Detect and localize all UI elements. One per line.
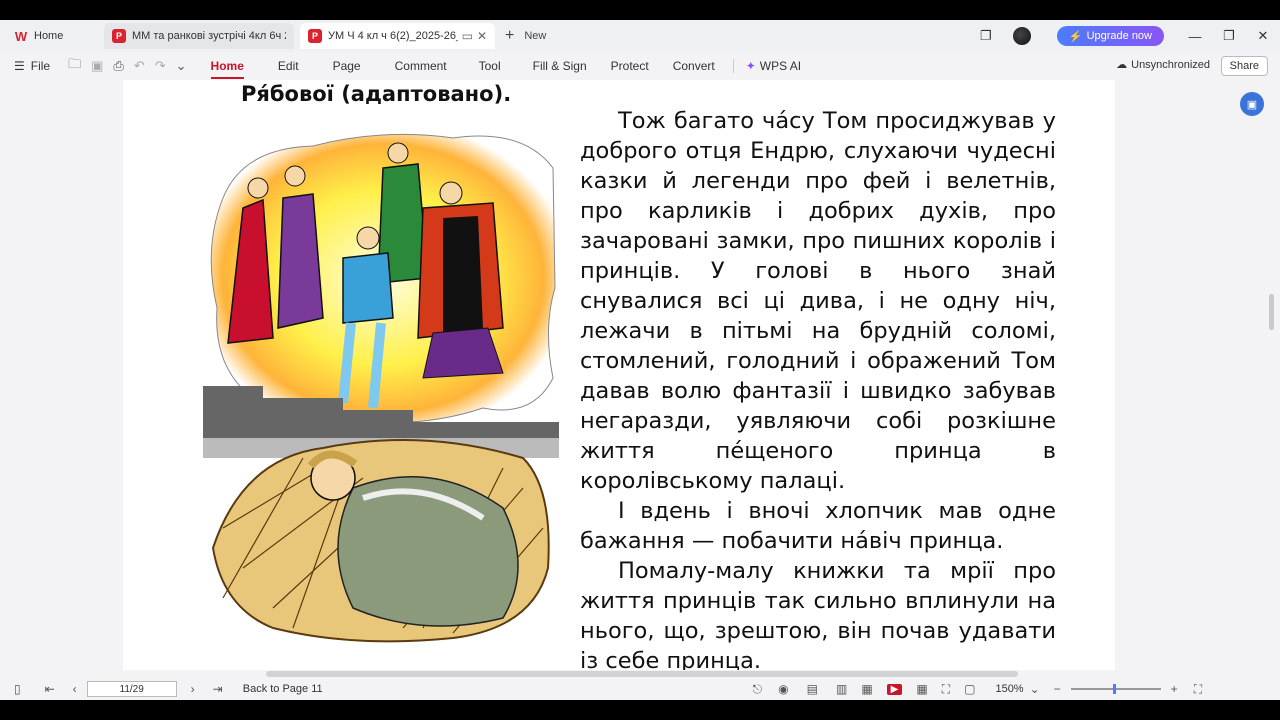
menu-bar: ☰ File 🗀 ▣ ⎙ ↶ ↷ ⌄ Home Edit Page Commen… — [0, 52, 1280, 80]
document-viewport[interactable]: Ря́бової (адаптовано). Тож багато ча́су … — [0, 80, 1280, 670]
sparkle-icon: ✦ — [745, 59, 756, 73]
menu-home[interactable]: Home — [210, 59, 245, 79]
minimize-icon[interactable]: — — [1178, 29, 1212, 44]
lightning-icon: ⚡ — [1068, 30, 1083, 43]
tab-bar: W Home P ММ та ранкові зустрічі 4кл 6ч 2… — [0, 20, 1280, 52]
crop-icon[interactable]: ▢ — [964, 682, 975, 696]
upgrade-button[interactable]: ⚡ Upgrade now — [1056, 26, 1164, 46]
close-window-icon[interactable]: ✕ — [1246, 28, 1280, 44]
pdf-icon: P — [308, 29, 322, 43]
single-page-icon[interactable]: ▥ — [836, 682, 847, 696]
next-page-icon[interactable]: › — [191, 682, 195, 696]
last-page-icon[interactable]: ⇥ — [213, 682, 223, 696]
upgrade-label: Upgrade now — [1086, 30, 1152, 42]
floating-tool-icon[interactable]: ▣ — [1240, 92, 1264, 116]
avatar[interactable] — [1012, 27, 1031, 45]
tab-document-1[interactable]: P ММ та ранкові зустрічі 4кл 6ч 2025 — [104, 23, 294, 49]
scrollbar-thumb[interactable] — [266, 671, 1018, 677]
print-icon[interactable]: ⎙ — [113, 58, 123, 74]
divider — [732, 59, 734, 73]
menu-file[interactable]: File — [31, 59, 50, 73]
vertical-scrollbar[interactable] — [1269, 294, 1274, 330]
two-page-icon[interactable]: ▦ — [861, 682, 872, 696]
source-caption: Ря́бової (адаптовано). — [241, 82, 512, 106]
grid-view-icon[interactable]: ▦ — [916, 682, 927, 696]
menu-page[interactable]: Page — [333, 59, 361, 73]
save-icon[interactable]: ▣ — [91, 58, 103, 74]
paragraph: Помалу-малу книжки та мрії про життя при… — [580, 558, 1056, 670]
share-button[interactable]: Share — [1220, 56, 1268, 76]
status-bar: ▯ ⇤ ‹ 11/29 › ⇥ Back to Page 11 ⎋ ◉ ▤ ▥ … — [0, 678, 1280, 700]
new-tab-label: New — [524, 30, 547, 42]
eye-icon[interactable]: ◉ — [778, 682, 788, 696]
fit-width-icon[interactable]: ▤ — [807, 682, 818, 696]
pdf-page: Ря́бової (адаптовано). Тож багато ча́су … — [123, 80, 1115, 670]
redo-icon[interactable]: ↷ — [155, 58, 166, 74]
tab-label: УМ Ч 4 кл ч 6(2)_2025-26_тиж — [328, 30, 458, 42]
story-text: Тож багато ча́су Том просиджував у добро… — [580, 106, 1056, 670]
cloud-icon: ☁ — [1116, 59, 1128, 71]
hamburger-icon[interactable]: ☰ — [14, 59, 25, 73]
menu-fill-sign[interactable]: Fill & Sign — [533, 59, 587, 73]
export-icon[interactable]: ⎋ — [753, 682, 763, 697]
undo-icon[interactable]: ↶ — [134, 58, 145, 74]
chevron-down-icon[interactable]: ⌄ — [1030, 682, 1040, 696]
paragraph: Тож багато ча́су Том просиджував у добро… — [580, 108, 1056, 494]
menu-tool[interactable]: Tool — [479, 59, 501, 73]
sidebar-toggle-icon[interactable]: ▯ — [14, 682, 21, 696]
wps-logo-icon: W — [14, 28, 28, 44]
zoom-out-icon[interactable]: − — [1054, 682, 1061, 696]
menu-edit[interactable]: Edit — [278, 59, 299, 73]
prev-page-icon[interactable]: ‹ — [73, 682, 77, 696]
tab-label: Home — [34, 30, 64, 42]
fit-page-icon[interactable]: ⛶ — [942, 682, 950, 697]
play-icon[interactable]: ▶ — [886, 683, 903, 695]
monitor-icon[interactable]: ▭ — [462, 29, 473, 43]
tab-document-2[interactable]: P УМ Ч 4 кл ч 6(2)_2025-26_тиж ▭ ✕ — [300, 23, 495, 49]
pdf-reader-window: W Home P ММ та ранкові зустрічі 4кл 6ч 2… — [0, 20, 1280, 700]
horizontal-scrollbar[interactable] — [0, 670, 1280, 678]
paragraph: І вдень і вночі хлопчик мав одне бажання… — [580, 498, 1056, 554]
tab-label: ММ та ранкові зустрічі 4кл 6ч 2025 — [132, 30, 286, 42]
back-to-page-link[interactable]: Back to Page 11 — [243, 683, 323, 695]
fullscreen-icon[interactable]: ⛶ — [1194, 682, 1202, 697]
pdf-icon: P — [112, 29, 126, 43]
open-folder-icon[interactable]: 🗀 — [68, 55, 81, 77]
new-tab-button[interactable]: + New — [505, 27, 546, 45]
sync-status-label: Unsynchronized — [1131, 58, 1210, 71]
sync-status[interactable]: ☁ Unsynchronized — [1116, 58, 1210, 72]
zoom-slider[interactable] — [1070, 684, 1161, 694]
close-icon[interactable]: ✕ — [477, 29, 487, 43]
zoom-in-icon[interactable]: + — [1171, 682, 1178, 696]
page-number-input[interactable]: 11/29 — [86, 681, 177, 697]
plus-icon: + — [505, 27, 515, 44]
first-page-icon[interactable]: ⇤ — [45, 682, 55, 696]
maximize-icon[interactable]: ❐ — [1212, 28, 1246, 44]
menu-convert[interactable]: Convert — [673, 59, 715, 73]
tab-home[interactable]: W Home — [6, 23, 98, 49]
menu-comment[interactable]: Comment — [395, 59, 447, 73]
window-controls: ❐ ⚡ Upgrade now — ❐ ✕ — [969, 20, 1280, 52]
quick-access-toolbar: 🗀 ▣ ⎙ ↶ ↷ ⌄ — [68, 55, 196, 77]
zoom-level[interactable]: 150% — [995, 683, 1023, 695]
menu-protect[interactable]: Protect — [611, 59, 649, 73]
menu-wps-ai[interactable]: WPS AI — [760, 59, 801, 73]
story-illustration — [203, 133, 559, 643]
chevron-down-icon[interactable]: ⌄ — [176, 58, 187, 74]
restore-window-icon[interactable]: ❐ — [969, 28, 1003, 44]
